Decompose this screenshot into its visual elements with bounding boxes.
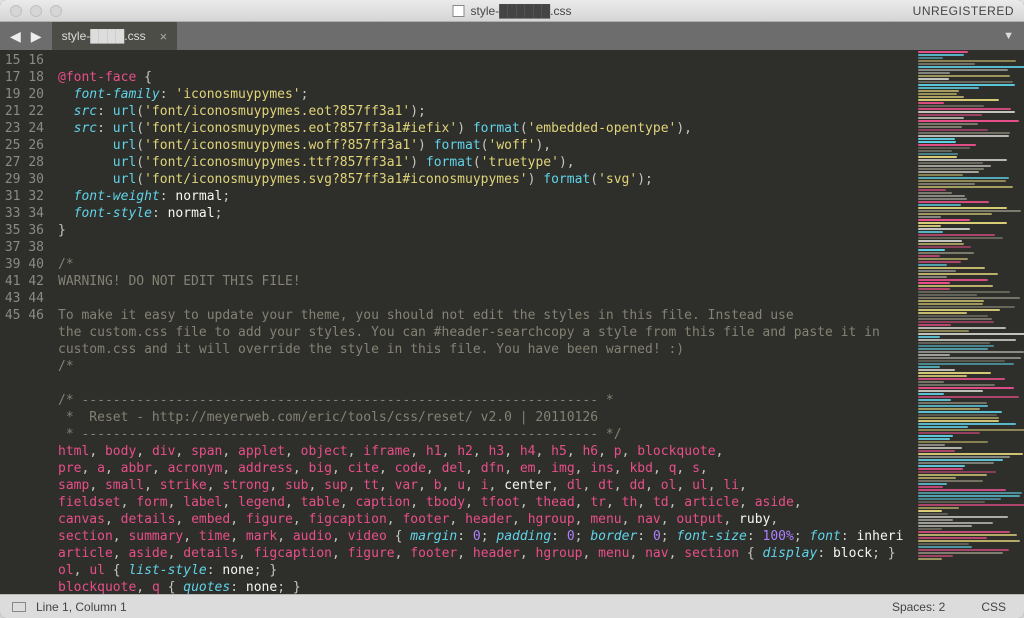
status-position[interactable]: Line 1, Column 1 <box>36 600 145 614</box>
close-window-icon[interactable] <box>10 5 22 17</box>
editor-area: 15 16 17 18 19 20 21 22 23 24 25 26 27 2… <box>0 50 1024 594</box>
file-icon <box>452 5 464 17</box>
minimap[interactable] <box>914 50 1024 594</box>
window-title: style-██████.css <box>452 4 571 18</box>
panel-switch-icon[interactable] <box>12 602 26 612</box>
tab-active[interactable]: style-████.css × <box>52 22 178 50</box>
tab-close-icon[interactable]: × <box>160 29 168 44</box>
tab-menu[interactable]: ▼ <box>1003 22 1024 50</box>
zoom-window-icon[interactable] <box>50 5 62 17</box>
status-syntax[interactable]: CSS <box>963 600 1024 614</box>
line-gutter[interactable]: 15 16 17 18 19 20 21 22 23 24 25 26 27 2… <box>0 50 54 594</box>
registration-label: UNREGISTERED <box>913 4 1014 18</box>
nav-back-icon[interactable]: ◀ <box>10 28 21 45</box>
traffic-lights <box>0 5 62 17</box>
status-indent[interactable]: Spaces: 2 <box>874 600 963 614</box>
nav-history: ◀ ▶ <box>0 22 52 50</box>
code-view[interactable]: @font-face { font-family: 'iconosmuypyme… <box>54 50 914 594</box>
tab-filename: style-████.css <box>62 29 146 43</box>
window-filename: style-██████.css <box>470 4 571 18</box>
nav-forward-icon[interactable]: ▶ <box>31 28 42 45</box>
status-bar: Line 1, Column 1 Spaces: 2 CSS <box>0 594 1024 618</box>
tab-bar: ◀ ▶ style-████.css × ▼ <box>0 22 1024 50</box>
titlebar[interactable]: style-██████.css UNREGISTERED <box>0 0 1024 22</box>
chevron-down-icon: ▼ <box>1003 30 1014 42</box>
editor-window: style-██████.css UNREGISTERED ◀ ▶ style-… <box>0 0 1024 618</box>
minimize-window-icon[interactable] <box>30 5 42 17</box>
